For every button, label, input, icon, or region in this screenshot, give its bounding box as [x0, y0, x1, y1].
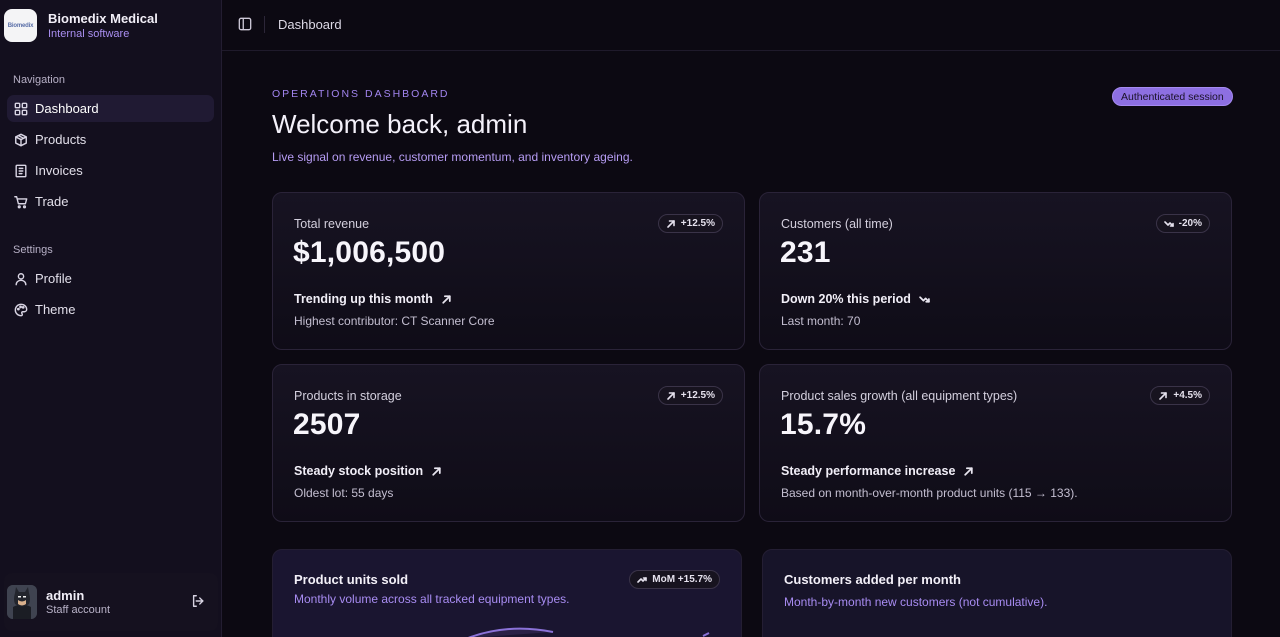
- sidebar-item-invoices[interactable]: Invoices: [7, 157, 214, 184]
- arrow-up-right-icon: [1159, 391, 1168, 400]
- brand-subtitle: Internal software: [48, 27, 130, 40]
- delta-value: +12.5%: [680, 218, 715, 229]
- brand[interactable]: Biomedix Biomedix Medical Internal softw…: [4, 9, 158, 42]
- stat-trend: Steady performance increase: [781, 464, 974, 478]
- brand-logo: Biomedix: [4, 9, 37, 42]
- stat-card-revenue: Total revenue +12.5% $1,006,500 Trending…: [272, 192, 745, 350]
- settings-heading: Settings: [13, 244, 53, 256]
- session-badge: Authenticated session: [1112, 87, 1233, 106]
- sidebar-item-label: Products: [35, 132, 87, 147]
- stat-note: Last month: 70: [781, 314, 861, 328]
- stat-card-customers: Customers (all time) -20% 231 Down 20% t…: [759, 192, 1232, 350]
- sidebar-item-theme[interactable]: Theme: [7, 296, 214, 323]
- user-icon: [13, 271, 28, 286]
- sidebar-item-label: Profile: [35, 271, 72, 286]
- delta-badge: +12.5%: [657, 214, 723, 233]
- arrow-up-right-icon: [442, 294, 451, 304]
- sidebar-item-profile[interactable]: Profile: [7, 265, 214, 292]
- sidebar-item-label: Invoices: [35, 163, 83, 178]
- sidebar-item-label: Theme: [35, 302, 76, 317]
- sidebar-item-products[interactable]: Products: [7, 126, 214, 153]
- sidebar-item-label: Trade: [35, 194, 69, 209]
- stat-note: Highest contributor: CT Scanner Core: [294, 314, 495, 328]
- stat-value: $1,006,500: [293, 236, 446, 269]
- user-role: Staff account: [46, 603, 111, 616]
- stat-card-sales-growth: Product sales growth (all equipment type…: [759, 364, 1232, 522]
- delta-badge: +4.5%: [1150, 386, 1210, 405]
- delta-value: +12.5%: [680, 390, 715, 401]
- sidebar-item-label: Dashboard: [35, 101, 99, 116]
- stat-value: 2507: [293, 408, 361, 441]
- page-eyebrow: OPERATIONS DASHBOARD: [272, 88, 450, 100]
- page-title: Welcome back, admin: [272, 109, 528, 139]
- package-icon: [13, 132, 28, 147]
- units-chart-peek: [467, 627, 710, 637]
- brand-text: Biomedix Medical Internal software: [48, 11, 158, 41]
- stat-card-storage: Products in storage +12.5% 2507 Steady s…: [272, 364, 745, 522]
- trending-down-icon: [1163, 220, 1174, 227]
- avatar: [7, 585, 37, 619]
- trend-text: Steady stock position: [294, 464, 424, 478]
- stat-value: 15.7%: [780, 408, 867, 441]
- divider: [264, 16, 265, 33]
- mom-badge: MoM +15.7%: [629, 570, 720, 589]
- delta-value: -20%: [1178, 218, 1202, 229]
- stat-value: 231: [780, 236, 831, 269]
- stat-label: Total revenue: [294, 217, 370, 231]
- logout-icon[interactable]: [191, 594, 206, 609]
- stat-trend: Steady stock position: [294, 464, 442, 478]
- receipt-icon: [13, 163, 28, 178]
- sidebar-item-trade[interactable]: Trade: [7, 188, 214, 215]
- cart-icon: [13, 194, 28, 209]
- chart-card-customers-added: Customers added per month Month-by-month…: [762, 549, 1232, 637]
- stat-label: Products in storage: [294, 389, 402, 403]
- chart-title: Product units sold: [294, 572, 409, 587]
- arrow-up-right-icon: [666, 391, 675, 400]
- arrow-up-right-icon: [964, 466, 974, 476]
- stat-trend: Down 20% this period: [781, 292, 930, 306]
- stat-note: Oldest lot: 55 days: [294, 486, 394, 500]
- chart-card-units-sold: Product units sold Monthly volume across…: [272, 549, 742, 637]
- stat-trend: Trending up this month: [294, 292, 452, 306]
- brand-name: Biomedix Medical: [48, 10, 158, 26]
- arrow-up-right-icon: [432, 466, 441, 476]
- stat-label: Customers (all time): [781, 217, 893, 231]
- sidebar: Biomedix Biomedix Medical Internal softw…: [0, 0, 222, 637]
- delta-value: +4.5%: [1173, 390, 1202, 401]
- mom-value: MoM +15.7%: [652, 574, 712, 585]
- user-text: admin Staff account: [46, 588, 110, 617]
- nav-heading: Navigation: [13, 74, 65, 86]
- arrow-up-right-icon: [666, 219, 675, 228]
- grid-icon: [13, 101, 28, 116]
- chart-subtitle: Month-by-month new customers (not cumula…: [784, 595, 1048, 609]
- sidebar-toggle-icon[interactable]: [238, 17, 252, 31]
- trending-up-icon: [637, 576, 648, 583]
- sidebar-item-dashboard[interactable]: Dashboard: [7, 95, 214, 122]
- trend-text: Trending up this month: [294, 292, 433, 306]
- topbar: Dashboard: [222, 0, 1280, 51]
- chart-title: Customers added per month: [784, 572, 961, 587]
- delta-badge: -20%: [1155, 214, 1210, 233]
- stat-note: Based on month-over-month product units …: [781, 486, 1078, 500]
- user-card[interactable]: admin Staff account: [4, 573, 218, 631]
- delta-badge: +12.5%: [657, 386, 723, 405]
- stat-label: Product sales growth (all equipment type…: [781, 389, 1018, 403]
- palette-icon: [13, 302, 28, 317]
- trending-down-icon: [919, 295, 930, 303]
- page-subtitle: Live signal on revenue, customer momentu…: [272, 150, 633, 164]
- user-name: admin: [46, 587, 85, 603]
- trend-text: Steady performance increase: [781, 464, 956, 478]
- breadcrumb: Dashboard: [278, 17, 342, 32]
- chart-subtitle: Monthly volume across all tracked equipm…: [294, 592, 570, 606]
- trend-text: Down 20% this period: [781, 292, 911, 306]
